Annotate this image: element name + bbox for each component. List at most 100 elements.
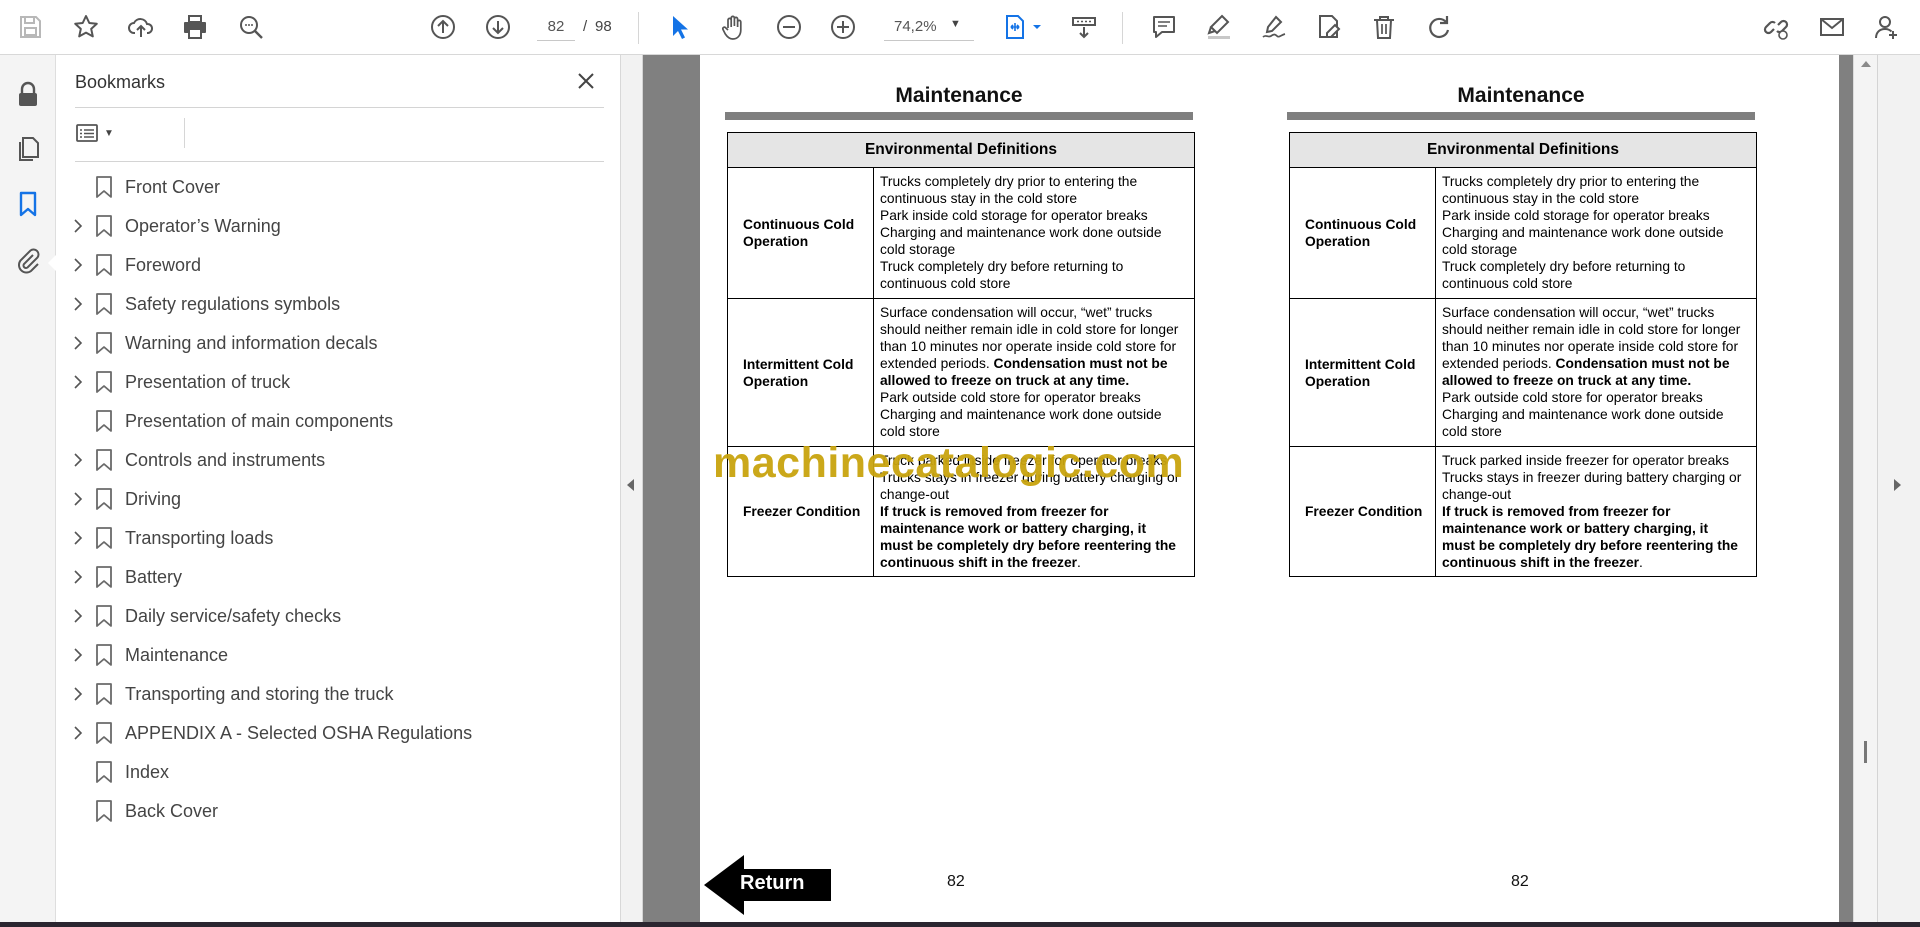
- table-text-line: Truck parked inside freezer for operator…: [1442, 452, 1730, 468]
- chevron-right-icon[interactable]: [68, 606, 88, 626]
- bookmark-item[interactable]: Driving: [56, 480, 621, 519]
- bookmark-item[interactable]: Warning and information decals: [56, 324, 621, 363]
- bookmark-label: Maintenance: [125, 645, 229, 665]
- scroll-up-icon[interactable]: [1861, 61, 1871, 67]
- bookmark-item[interactable]: Index: [56, 753, 621, 792]
- vertical-scrollbar[interactable]: [1853, 55, 1877, 922]
- sign-icon[interactable]: [1254, 7, 1294, 47]
- chevron-right-icon[interactable]: [68, 567, 88, 587]
- chevron-right-icon[interactable]: [68, 528, 88, 548]
- table-text-line: Surface condensation will occur, “wet” t…: [1442, 305, 1715, 320]
- chevron-right-icon[interactable]: [68, 216, 88, 236]
- toolbar-divider: [638, 12, 639, 44]
- collapse-left-panel-handle[interactable]: [621, 55, 643, 922]
- table-text: extended periods.: [880, 356, 994, 371]
- document-viewport[interactable]: Maintenance Environmental Definitions Cont…: [621, 55, 1920, 922]
- close-icon[interactable]: [572, 67, 600, 95]
- bookmark-item[interactable]: Foreword: [56, 246, 621, 285]
- page-down-icon[interactable]: [478, 7, 518, 47]
- chevron-right-icon[interactable]: [68, 450, 88, 470]
- star-icon[interactable]: [66, 7, 106, 47]
- scrollbar-thumb[interactable]: [1864, 741, 1867, 763]
- table-text-line: extended periods. Condensation must not …: [880, 355, 1190, 372]
- bookmark-icon: [96, 293, 112, 315]
- page-up-icon[interactable]: [423, 7, 463, 47]
- table-text-line: Truck completely dry before returning to: [1442, 259, 1686, 274]
- bookmarks-panel: Bookmarks ▼ Front Cover Operator’s Warnin…: [56, 55, 621, 927]
- select-arrow-icon[interactable]: [659, 7, 699, 47]
- email-icon[interactable]: [1812, 7, 1852, 47]
- bookmark-item[interactable]: Maintenance: [56, 636, 621, 675]
- zoom-out-icon[interactable]: [769, 7, 809, 47]
- divider: [75, 161, 604, 162]
- find-icon[interactable]: [231, 7, 271, 47]
- table-text-line: must be completely dry before reentering…: [880, 537, 1190, 554]
- bookmark-icon: [96, 254, 112, 276]
- chevron-right-icon[interactable]: [68, 294, 88, 314]
- bookmark-item[interactable]: Presentation of truck: [56, 363, 621, 402]
- chevron-right-icon[interactable]: [68, 372, 88, 392]
- cloud-upload-icon[interactable]: [121, 7, 161, 47]
- table-text-line: Park inside cold storage for operator br…: [880, 208, 1148, 223]
- table-text-line: continuous cold store: [880, 276, 1011, 291]
- bookmark-item[interactable]: Daily service/safety checks: [56, 597, 621, 636]
- table-text-line: cold store: [1442, 424, 1502, 439]
- zoom-in-icon[interactable]: [823, 7, 863, 47]
- hand-icon[interactable]: [713, 7, 753, 47]
- chevron-right-icon[interactable]: [68, 645, 88, 665]
- account-icon[interactable]: [1867, 7, 1907, 47]
- toolbar-divider: [1122, 12, 1123, 44]
- bookmark-icon: [96, 176, 112, 198]
- edit-pdf-icon[interactable]: [1309, 7, 1349, 47]
- bookmark-item[interactable]: Operator’s Warning: [56, 207, 621, 246]
- chevron-right-icon[interactable]: [68, 333, 88, 353]
- bookmark-icon: [96, 488, 112, 510]
- bookmark-item[interactable]: Back Cover: [56, 792, 621, 831]
- bookmark-item[interactable]: Controls and instruments: [56, 441, 621, 480]
- table-row: Intermittent Cold Operation Surface conden…: [727, 298, 1195, 447]
- bookmark-item[interactable]: Transporting loads: [56, 519, 621, 558]
- row-description: Trucks completely dry prior to entering …: [1435, 167, 1757, 299]
- highlight-icon[interactable]: [1199, 7, 1239, 47]
- lock-icon[interactable]: [10, 77, 46, 113]
- fit-dropdown-caret-icon[interactable]: [1017, 7, 1057, 47]
- table-text-line: than 10 minutes nor operate inside cold …: [1442, 339, 1739, 354]
- table-row: Freezer Condition Truck parked inside fre…: [1289, 446, 1757, 577]
- print-icon[interactable]: [175, 7, 215, 47]
- table-text-line: should neither remain idle in cold store…: [1442, 322, 1741, 337]
- bookmark-label: Battery: [125, 567, 183, 587]
- return-button[interactable]: Return: [704, 854, 831, 916]
- share-link-icon[interactable]: [1756, 7, 1796, 47]
- row-label-line: Intermittent Cold: [1305, 356, 1416, 372]
- row-label-line: Continuous Cold: [1305, 217, 1417, 232]
- comment-icon[interactable]: [1144, 7, 1184, 47]
- row-label-line: Operation: [1305, 373, 1371, 389]
- delete-icon[interactable]: [1364, 7, 1404, 47]
- chevron-right-icon[interactable]: [68, 255, 88, 275]
- chevron-right-icon[interactable]: [68, 489, 88, 509]
- bookmark-item[interactable]: Front Cover: [56, 168, 621, 207]
- scroll-mode-icon[interactable]: [1064, 7, 1104, 47]
- right-panel-toggle[interactable]: [1877, 55, 1920, 922]
- row-label: Freezer Condition: [1289, 446, 1436, 577]
- save-icon[interactable]: [10, 7, 50, 47]
- bookmark-options-button[interactable]: ▼: [75, 119, 127, 147]
- redo-icon[interactable]: [1419, 7, 1459, 47]
- bookmark-item[interactable]: APPENDIX A - Selected OSHA Regulations: [56, 714, 621, 753]
- attachments-icon[interactable]: [10, 242, 46, 278]
- page-thumbnails-icon[interactable]: [10, 131, 46, 167]
- zoom-dropdown-caret-icon[interactable]: ▼: [950, 18, 961, 30]
- chevron-right-icon[interactable]: [68, 684, 88, 704]
- page-number-input[interactable]: [537, 13, 575, 41]
- bookmarks-icon[interactable]: [10, 186, 46, 222]
- chevron-right-icon[interactable]: [68, 723, 88, 743]
- bookmark-item[interactable]: Presentation of main components: [56, 402, 621, 441]
- bookmark-item[interactable]: Transporting and storing the truck: [56, 675, 621, 714]
- table-header: Environmental Definitions: [727, 132, 1195, 168]
- bookmark-item[interactable]: Safety regulations symbols: [56, 285, 621, 324]
- bookmark-label: Front Cover: [125, 177, 221, 197]
- bookmark-label: Safety regulations symbols: [125, 294, 341, 314]
- page-total: 98: [595, 18, 612, 35]
- heading-rule: [1287, 112, 1755, 120]
- bookmark-item[interactable]: Battery: [56, 558, 621, 597]
